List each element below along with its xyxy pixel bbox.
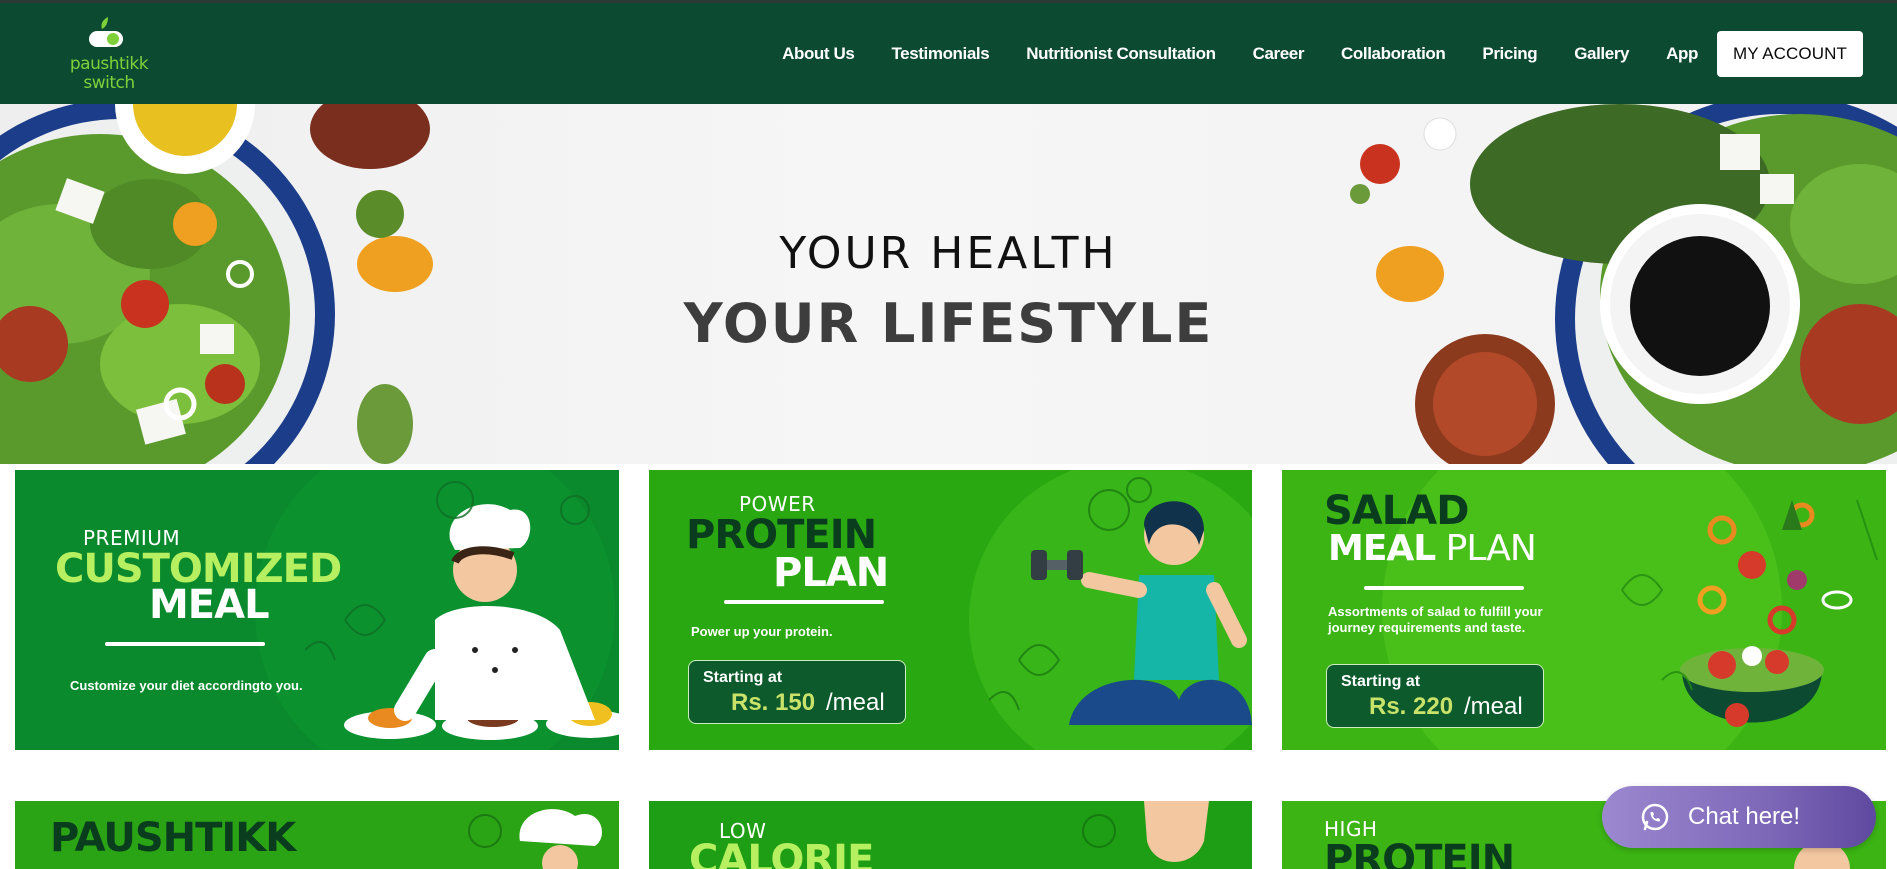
logo-line-1: paushtikk bbox=[69, 54, 149, 74]
chat-button-label: Chat here! bbox=[1688, 803, 1801, 830]
nav-testimonials[interactable]: Testimonials bbox=[891, 44, 989, 64]
card-salad-meal-plan[interactable]: SALAD MEAL PLAN Assortments of salad to … bbox=[1282, 470, 1886, 750]
card-2-divider bbox=[724, 600, 884, 604]
card-3-price-value: Rs. 220 bbox=[1369, 693, 1454, 720]
chef-illustration bbox=[15, 470, 619, 750]
card-2-title-line-1: PROTEIN bbox=[686, 512, 877, 558]
card-premium-customized-meal[interactable]: PREMIUM CUSTOMIZED MEAL Customize your d… bbox=[15, 470, 619, 750]
hero-banner: YOUR HEALTH YOUR LIFESTYLE bbox=[0, 104, 1897, 464]
brand-logo[interactable]: paushtikk switch bbox=[50, 15, 160, 95]
card-6-title-line-1: PROTEIN bbox=[1324, 837, 1515, 869]
card-1-description: Customize your diet accordingto you. bbox=[70, 678, 303, 693]
site-header: paushtikk switch About Us Testimonials N… bbox=[0, 3, 1897, 104]
card-paushtikk[interactable]: PAUSHTIKK bbox=[15, 801, 619, 869]
card-2-title-line-2: PLAN bbox=[773, 550, 889, 596]
card-1-divider bbox=[105, 642, 265, 646]
card-3-title-line-2: MEAL PLAN bbox=[1328, 528, 1537, 569]
my-account-button[interactable]: MY ACCOUNT bbox=[1716, 31, 1863, 77]
whatsapp-icon bbox=[1641, 803, 1669, 831]
nav-collaboration[interactable]: Collaboration bbox=[1341, 44, 1446, 64]
card-power-protein-plan[interactable]: POWER PROTEIN PLAN Power up your protein… bbox=[649, 470, 1252, 750]
card-3-price-unit: /meal bbox=[1464, 693, 1523, 720]
logo-line-2: switch bbox=[83, 73, 135, 93]
chat-here-button[interactable]: Chat here! bbox=[1602, 786, 1876, 848]
card-2-price-label: Starting at bbox=[703, 669, 783, 686]
logo-wordmark: paushtikk switch bbox=[54, 55, 164, 93]
main-nav: About Us Testimonials Nutritionist Consu… bbox=[782, 31, 1863, 77]
hero-title-line-2: YOUR LIFESTYLE bbox=[683, 292, 1214, 355]
hero-title-line-1: YOUR HEALTH bbox=[779, 228, 1118, 279]
card-2-price-box: Starting at Rs. 150 /meal bbox=[688, 660, 906, 724]
card-3-description-line-2: journey requirements and taste. bbox=[1328, 620, 1526, 635]
card-3-price-label: Starting at bbox=[1341, 673, 1421, 690]
card-5-title-line-1: CALORIE bbox=[689, 837, 874, 869]
nav-about-us[interactable]: About Us bbox=[782, 44, 855, 64]
card-4-title-line-1: PAUSHTIKK bbox=[50, 815, 296, 861]
card-2-price-value: Rs. 150 bbox=[731, 689, 816, 716]
card-3-title-plan: PLAN bbox=[1435, 528, 1537, 569]
card-2-price-unit: /meal bbox=[826, 689, 885, 716]
card-3-divider bbox=[1364, 586, 1524, 590]
hero-salad-illustration bbox=[0, 104, 1897, 464]
nav-gallery[interactable]: Gallery bbox=[1574, 44, 1629, 64]
nav-career[interactable]: Career bbox=[1253, 44, 1305, 64]
card-3-title-meal: MEAL bbox=[1328, 528, 1436, 569]
nav-pricing[interactable]: Pricing bbox=[1482, 44, 1537, 64]
card-3-description-line-1: Assortments of salad to fulfill your bbox=[1328, 604, 1543, 619]
nav-app[interactable]: App bbox=[1666, 44, 1698, 64]
card-3-title-line-1: SALAD bbox=[1324, 488, 1469, 534]
toggle-switch-icon bbox=[89, 17, 123, 47]
nav-nutritionist-consultation[interactable]: Nutritionist Consultation bbox=[1026, 44, 1216, 64]
card-3-price-box: Starting at Rs. 220 /meal bbox=[1326, 664, 1544, 728]
card-low-calorie[interactable]: LOW CALORIE bbox=[649, 801, 1252, 869]
card-1-title-line-2: MEAL bbox=[149, 582, 270, 628]
card-2-description: Power up your protein. bbox=[691, 624, 833, 639]
